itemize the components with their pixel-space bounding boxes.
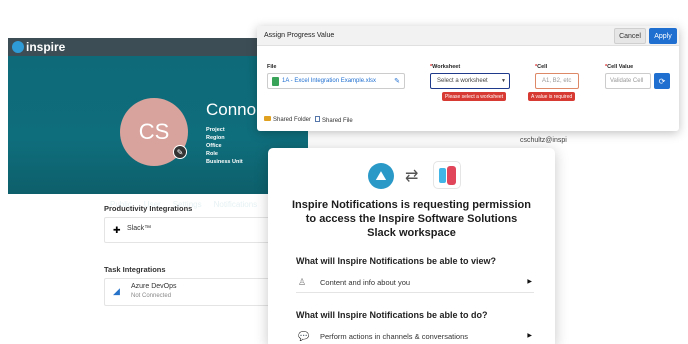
folder-icon — [264, 116, 271, 121]
cell-value-input[interactable]: Validate Cell — [605, 73, 651, 89]
avatar-initials: CS — [138, 119, 170, 144]
shared-folder-text: Shared Folder — [273, 117, 312, 123]
file-label: File — [267, 64, 276, 70]
task-integrations-title: Task Integrations — [104, 265, 166, 274]
cell-input-placeholder: A1, B2, etc — [542, 78, 572, 84]
cancel-button[interactable]: Cancel — [614, 28, 646, 44]
worksheet-select[interactable]: Select a worksheet ▼ — [430, 73, 510, 89]
slack-app-icon — [433, 161, 461, 189]
chevron-down-icon: ▼ — [501, 78, 506, 84]
chevron-right-icon: ▶ — [527, 333, 532, 339]
azure-integration-name: Azure DevOps — [131, 283, 177, 290]
user-name: Connor — [206, 100, 262, 119]
view-permission-text: Content and info about you — [320, 278, 411, 287]
azure-devops-icon: ◢ — [113, 286, 120, 296]
brand-logo[interactable]: inspire — [12, 40, 65, 54]
field-project: Project — [206, 127, 225, 133]
worksheet-label: *Worksheet — [430, 64, 461, 70]
user-icon: ♙ — [298, 277, 307, 287]
inspire-app-icon: ⛰ — [368, 163, 394, 189]
file-field[interactable]: 1A - Excel Integration Example.xlsx ✎ — [267, 73, 405, 89]
apply-button[interactable]: Apply — [649, 28, 677, 44]
do-permission-text: Perform actions in channels & conversati… — [320, 332, 468, 341]
chevron-right-icon: ▶ — [527, 279, 532, 285]
cell-input[interactable]: A1, B2, etc — [535, 73, 579, 89]
tab-notifications[interactable]: Notifications — [214, 200, 258, 209]
slack-consent-card: ⛰ ⇄ Inspire Notifications is requesting … — [268, 148, 555, 344]
shared-file-text: Shared File — [322, 118, 353, 124]
do-question: What will Inspire Notifications be able … — [296, 310, 488, 320]
refresh-icon[interactable]: ⟳ — [654, 73, 670, 89]
cell-value-label: *Cell Value — [605, 64, 634, 70]
view-question: What will Inspire Notifications be able … — [296, 256, 497, 266]
worksheet-label-text: Worksheet — [432, 64, 461, 70]
swap-arrows-icon: ⇄ — [405, 168, 419, 185]
file-icon — [315, 116, 321, 122]
worksheet-select-value: Select a worksheet — [437, 78, 488, 84]
cell-value-placeholder: Validate Cell — [610, 78, 644, 84]
shared-folder-link[interactable]: Shared Folder — [264, 116, 311, 124]
field-role: Role — [206, 151, 218, 157]
field-office: Office — [206, 143, 222, 149]
screenshot-stage: inspire CS ✎ Connor Project Region Offic… — [0, 0, 688, 344]
slack-icon: ✚ — [113, 225, 121, 235]
file-value[interactable]: 1A - Excel Integration Example.xlsx — [282, 78, 376, 84]
field-region: Region — [206, 135, 225, 141]
productivity-integrations-title: Productivity Integrations — [104, 204, 193, 213]
slack-app-icon-bar-red — [447, 166, 456, 185]
edit-avatar-icon[interactable]: ✎ — [173, 145, 187, 159]
azure-connection-status: Not Connected — [131, 293, 172, 299]
do-permission-item[interactable]: 💬 Perform actions in channels & conversa… — [296, 329, 534, 344]
profile-fields: Project Region Office Role Business Unit — [206, 126, 243, 166]
email-label: Email — [444, 137, 460, 143]
worksheet-error: Please select a worksheet — [442, 92, 507, 101]
cell-value-label-text: Cell Value — [607, 64, 634, 70]
assign-progress-dialog: Assign Progress Value Cancel Apply File … — [257, 26, 679, 131]
field-business-unit: Business Unit — [206, 159, 243, 165]
consent-title: Inspire Notifications is requesting perm… — [292, 199, 531, 239]
email-value: cschultz@inspi — [520, 137, 567, 144]
brand-name: inspire — [26, 40, 66, 54]
dialog-footer-links: Shared Folder Shared File — [264, 116, 353, 124]
inspire-logo-icon — [12, 41, 24, 53]
excel-file-icon — [272, 77, 279, 86]
shared-file-link[interactable]: Shared File — [315, 116, 353, 124]
cell-error: A value is required — [528, 92, 576, 101]
dialog-title: Assign Progress Value — [264, 32, 335, 39]
slack-integration-name: Slack™ — [127, 225, 152, 232]
chat-bubble-icon: 💬 — [298, 331, 310, 341]
dialog-header: Assign Progress Value Cancel Apply — [257, 26, 679, 46]
file-label-text: File — [267, 64, 277, 70]
cell-label-text: Cell — [537, 64, 548, 70]
slack-app-icon-bar-blue — [439, 168, 446, 183]
edit-file-icon[interactable]: ✎ — [394, 77, 400, 85]
view-permission-item[interactable]: ♙ Content and info about you ▶ — [296, 275, 534, 293]
cell-label: *Cell — [535, 64, 548, 70]
